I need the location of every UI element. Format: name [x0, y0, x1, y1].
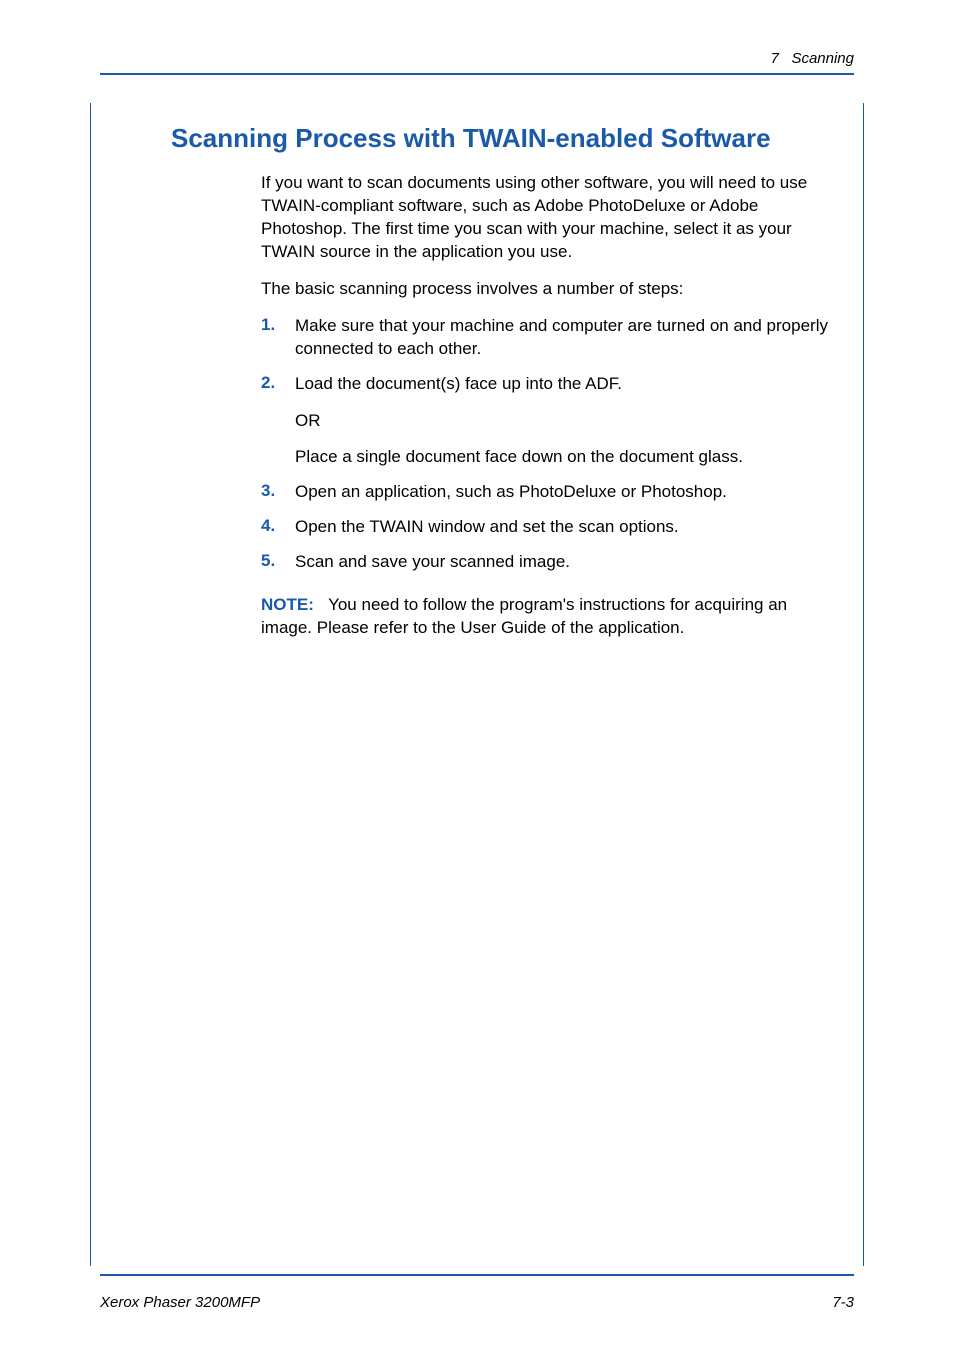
page-header: 7 Scanning — [100, 50, 854, 73]
section-heading: Scanning Process with TWAIN-enabled Soft… — [171, 123, 841, 154]
note-paragraph: NOTE: You need to follow the program's i… — [261, 594, 841, 640]
note-label: NOTE: — [261, 595, 314, 614]
footer-product: Xerox Phaser 3200MFP — [100, 1294, 260, 1311]
chapter-number: 7 — [771, 50, 779, 67]
content-frame: Scanning Process with TWAIN-enabled Soft… — [90, 103, 864, 1266]
header-rule — [100, 73, 854, 75]
intro-paragraph: If you want to scan documents using othe… — [261, 172, 841, 264]
document-page: 7 Scanning Scanning Process with TWAIN-e… — [0, 0, 954, 1351]
step-number: 3. — [261, 481, 281, 501]
step-item: 1. Make sure that your machine and compu… — [261, 315, 841, 361]
footer-wrap: Xerox Phaser 3200MFP 7-3 — [100, 1266, 854, 1311]
chapter-title: Scanning — [791, 50, 854, 67]
step-text: Open an application, such as PhotoDeluxe… — [295, 481, 841, 504]
note-text: You need to follow the program's instruc… — [261, 595, 787, 637]
step-text: Scan and save your scanned image. — [295, 551, 841, 574]
step-item: 4. Open the TWAIN window and set the sca… — [261, 516, 841, 539]
step-item: 2. Load the document(s) face up into the… — [261, 373, 841, 470]
step-number: 5. — [261, 551, 281, 571]
lead-in: The basic scanning process involves a nu… — [261, 278, 841, 301]
step-item: 3. Open an application, such as PhotoDel… — [261, 481, 841, 504]
body: If you want to scan documents using othe… — [171, 172, 841, 640]
note-spacer — [319, 595, 328, 614]
step-text: Make sure that your machine and computer… — [295, 315, 841, 361]
footer-page-number: 7-3 — [832, 1294, 854, 1311]
page-footer: Xerox Phaser 3200MFP 7-3 — [100, 1288, 854, 1311]
step-number: 2. — [261, 373, 281, 393]
header-spacer — [779, 50, 792, 67]
step-number: 4. — [261, 516, 281, 536]
step-alt: Place a single document face down on the… — [295, 446, 841, 469]
step-text: Load the document(s) face up into the AD… — [295, 373, 841, 470]
steps-list: 1. Make sure that your machine and compu… — [261, 315, 841, 575]
step-text-main: Load the document(s) face up into the AD… — [295, 374, 622, 393]
step-number: 1. — [261, 315, 281, 335]
step-text: Open the TWAIN window and set the scan o… — [295, 516, 841, 539]
content: Scanning Process with TWAIN-enabled Soft… — [91, 103, 843, 640]
footer-rule — [100, 1274, 854, 1276]
step-item: 5. Scan and save your scanned image. — [261, 551, 841, 574]
step-or: OR — [295, 410, 841, 433]
